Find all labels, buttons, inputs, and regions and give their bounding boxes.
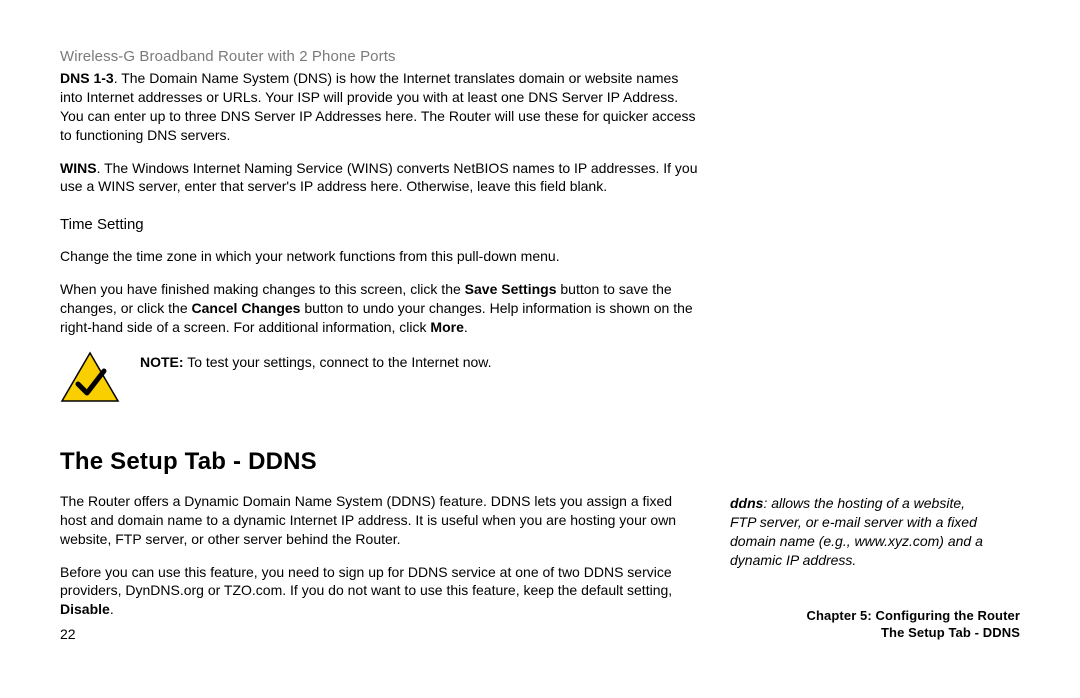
wins-label: WINS	[60, 160, 97, 176]
cancel-changes-label: Cancel Changes	[192, 300, 301, 316]
ddns-term: ddns	[730, 495, 763, 511]
dns-paragraph: DNS 1-3. The Domain Name System (DNS) is…	[60, 69, 700, 145]
footer-chapter: Chapter 5: Configuring the Router	[807, 607, 1020, 625]
page-number: 22	[60, 626, 76, 642]
more-label: More	[430, 319, 463, 335]
ddns-heading: The Setup Tab - DDNS	[60, 448, 700, 476]
product-header: Wireless-G Broadband Router with 2 Phone…	[60, 48, 1020, 65]
time-setting-p1: Change the time zone in which your netwo…	[60, 247, 700, 266]
save-settings-label: Save Settings	[465, 281, 557, 297]
footer-section: The Setup Tab - DDNS	[807, 624, 1020, 642]
time-setting-heading: Time Setting	[60, 216, 700, 233]
dns-text: . The Domain Name System (DNS) is how th…	[60, 70, 696, 143]
time-setting-p2: When you have finished making changes to…	[60, 280, 700, 337]
warning-check-icon	[60, 351, 120, 408]
ddns-definition-sidebar: ddns: allows the hosting of a website, F…	[730, 492, 990, 570]
dns-label: DNS 1-3	[60, 70, 114, 86]
page-footer: 22 Chapter 5: Configuring the Router The…	[60, 607, 1020, 642]
ddns-p1: The Router offers a Dynamic Domain Name …	[60, 492, 700, 549]
note-label: NOTE:	[140, 354, 184, 370]
note-row: NOTE: To test your settings, connect to …	[60, 351, 700, 408]
wins-paragraph: WINS. The Windows Internet Naming Servic…	[60, 159, 700, 197]
ddns-def-text: : allows the hosting of a website, FTP s…	[730, 495, 983, 568]
note-text: NOTE: To test your settings, connect to …	[140, 351, 492, 372]
wins-text: . The Windows Internet Naming Service (W…	[60, 160, 698, 195]
